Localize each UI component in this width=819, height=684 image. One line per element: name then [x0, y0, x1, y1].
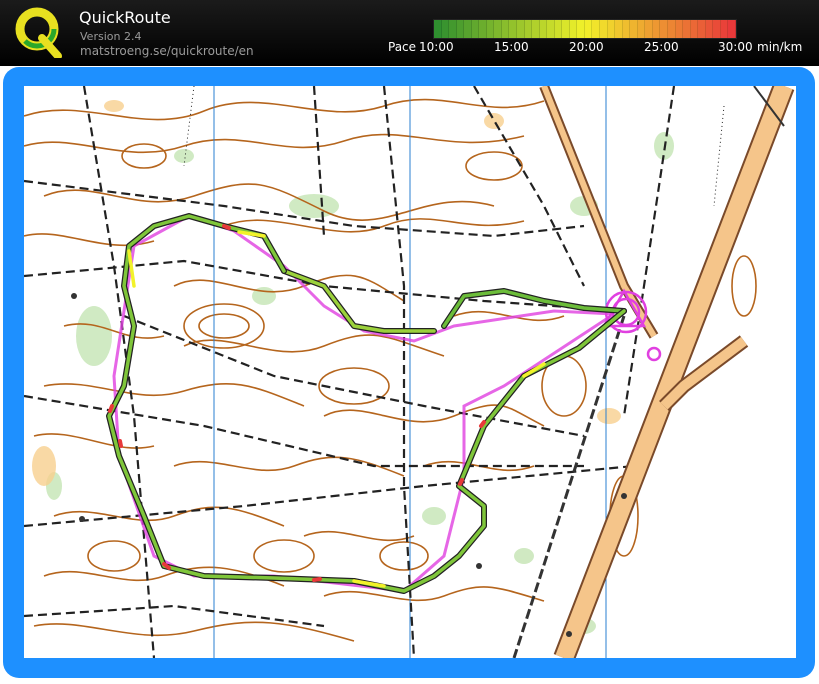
pace-scale-segment	[660, 20, 668, 38]
pace-scale-segment	[554, 20, 563, 38]
pace-scale-segment	[683, 20, 691, 38]
pace-scale-segment	[713, 20, 721, 38]
pace-scale-segment	[675, 20, 684, 38]
pace-scale-segment	[630, 20, 638, 38]
pace-scale-segment	[690, 20, 699, 38]
pace-scale-segment	[577, 20, 585, 38]
pace-scale-segment	[622, 20, 631, 38]
pace-tick-20: 20:00	[569, 40, 604, 54]
pace-scale-segment	[667, 20, 676, 38]
pace-tick-30: 30:00	[718, 40, 753, 54]
pace-unit: min/km	[757, 40, 803, 54]
pace-scale-segment	[494, 20, 502, 38]
pace-scale-segment	[539, 20, 548, 38]
pace-scale-segment	[486, 20, 495, 38]
pace-scale-segment	[441, 20, 450, 38]
pace-scale-segment	[524, 20, 533, 38]
pace-scale-segment	[705, 20, 714, 38]
app-version: Version 2.4	[80, 30, 142, 43]
pace-scale-segment	[509, 20, 518, 38]
pace-scale-segment	[464, 20, 472, 38]
pace-tick-15: 15:00	[494, 40, 529, 54]
app-header: QuickRoute Version 2.4 matstroeng.se/qui…	[0, 0, 819, 66]
pace-tick-10: 10:00	[419, 40, 454, 54]
pace-scale-segment	[434, 20, 442, 38]
pace-scale-segment	[547, 20, 555, 38]
pace-scale-segment	[562, 20, 570, 38]
pace-scale-segment	[479, 20, 487, 38]
pace-scale-segment	[698, 20, 706, 38]
pace-scale-segment	[569, 20, 578, 38]
pace-scale-segment	[532, 20, 540, 38]
pace-scale-segment	[637, 20, 646, 38]
quickroute-logo-icon	[15, 7, 62, 58]
pace-color-scale	[433, 19, 737, 39]
pace-scale-segment	[456, 20, 465, 38]
app-title: QuickRoute	[79, 8, 171, 27]
pace-scale-segment	[652, 20, 661, 38]
pace-scale-segment	[449, 20, 457, 38]
pace-scale-segment	[728, 20, 736, 38]
orienteering-map[interactable]	[24, 86, 796, 658]
pace-tick-25: 25:00	[644, 40, 679, 54]
pace-scale-segment	[592, 20, 601, 38]
pace-label: Pace	[388, 40, 417, 54]
pace-scale-segment	[584, 20, 593, 38]
pace-scale-segment	[501, 20, 510, 38]
pace-scale-segment	[517, 20, 525, 38]
pace-scale-segment	[615, 20, 623, 38]
map-canvas[interactable]	[24, 86, 796, 658]
pace-scale-segment	[607, 20, 616, 38]
app-url[interactable]: matstroeng.se/quickroute/en	[80, 44, 254, 58]
pace-scale-segment	[471, 20, 480, 38]
pace-scale-segment	[720, 20, 729, 38]
pace-scale-segment	[600, 20, 608, 38]
pace-scale-segment	[645, 20, 653, 38]
